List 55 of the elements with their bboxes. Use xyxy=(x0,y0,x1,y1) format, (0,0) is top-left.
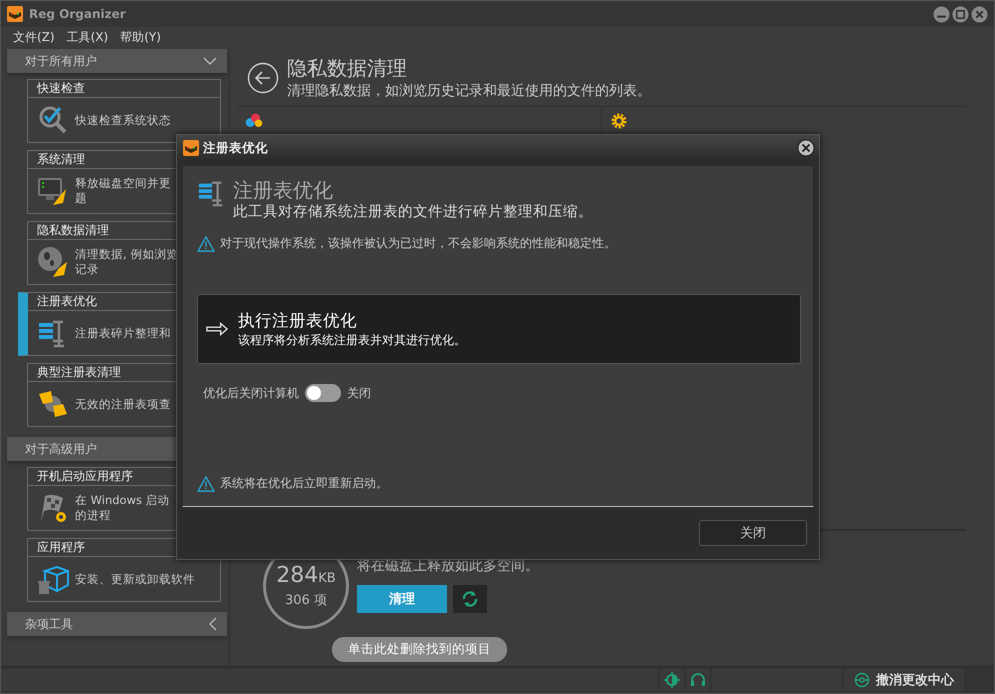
menu-item[interactable]: 工具(X) xyxy=(60,28,114,46)
card-title: 快速检查 xyxy=(28,80,220,98)
warning-text: 对于现代操作系统，该操作被认为已过时，不会影响系统的性能和稳定性。 xyxy=(220,235,616,252)
privacy-broom-icon xyxy=(37,246,69,278)
app-logo-icon xyxy=(7,6,23,22)
monitor-broom-icon xyxy=(37,175,69,207)
refresh-icon xyxy=(460,589,480,609)
minimize-icon[interactable] xyxy=(933,6,950,22)
dialog-heading: 注册表优化 xyxy=(233,178,334,202)
page-title: 隐私数据清理 xyxy=(287,55,408,82)
close-icon[interactable] xyxy=(971,6,988,22)
close-button[interactable]: 关闭 xyxy=(699,520,807,546)
size-value: 284KB xyxy=(276,564,336,590)
restart-note: 系统将在优化后立即重新启动。 xyxy=(220,475,388,492)
bulb-icon[interactable] xyxy=(664,672,680,688)
card-description: 题 xyxy=(75,191,88,206)
card-description: 注册表碎片整理和 xyxy=(75,326,171,340)
group-header[interactable]: 对于所有用户 xyxy=(7,49,227,73)
card-description: 记录 xyxy=(75,262,100,277)
locations-icon xyxy=(245,112,263,130)
app-logo-icon xyxy=(183,140,199,156)
page-subtitle: 清理隐私数据，如浏览历史记录和最近使用的文件的列表。 xyxy=(287,82,651,100)
undo-center-button[interactable]: 撤消更改中心 xyxy=(844,669,964,691)
headset-icon[interactable] xyxy=(690,672,706,688)
card-description: 无效的注册表项查 xyxy=(75,396,171,412)
item-count: 306 项 xyxy=(285,592,327,608)
shutdown-toggle[interactable] xyxy=(305,384,341,402)
card-description: 安装、更新或卸载软件 xyxy=(75,572,195,586)
card-description: 在 Windows 启动 xyxy=(75,493,170,508)
group-header[interactable]: 杂项工具 xyxy=(7,612,227,636)
toggle-state: 关闭 xyxy=(347,384,371,402)
maximize-icon[interactable] xyxy=(952,6,969,22)
menu-item[interactable]: 文件(Z) xyxy=(7,28,61,46)
card-description: 快速检查系统状态 xyxy=(75,112,171,128)
card-description: 释放磁盘空间并更 xyxy=(75,176,171,191)
refresh-button[interactable] xyxy=(453,585,487,613)
tooltip: 单击此处删除找到的项目 xyxy=(332,637,507,662)
warning-icon xyxy=(197,476,215,492)
target-icon xyxy=(854,672,870,688)
dialog-description: 此工具对存储系统注册表的文件进行碎片整理和压缩。 xyxy=(233,203,593,221)
arrow-right-icon xyxy=(206,321,228,337)
warning-icon xyxy=(197,236,215,252)
window-title: Reg Organizer xyxy=(29,7,126,21)
back-icon[interactable] xyxy=(247,62,279,94)
group-title: 杂项工具 xyxy=(25,616,73,632)
gear-icon xyxy=(610,112,628,130)
brooms-icon xyxy=(37,388,69,420)
group-title: 对于所有用户 xyxy=(25,52,97,70)
run-optimization-button[interactable]: 执行注册表优化 该程序将分析系统注册表并对其进行优化。 xyxy=(197,294,801,364)
card-description: 的进程 xyxy=(75,508,112,523)
box-trash-icon xyxy=(37,563,69,595)
magnifier-check-icon xyxy=(37,104,69,136)
group-title: 对于高级用户 xyxy=(25,440,97,458)
close-icon[interactable] xyxy=(797,139,815,157)
menu-item[interactable]: 帮助(Y) xyxy=(114,28,167,46)
